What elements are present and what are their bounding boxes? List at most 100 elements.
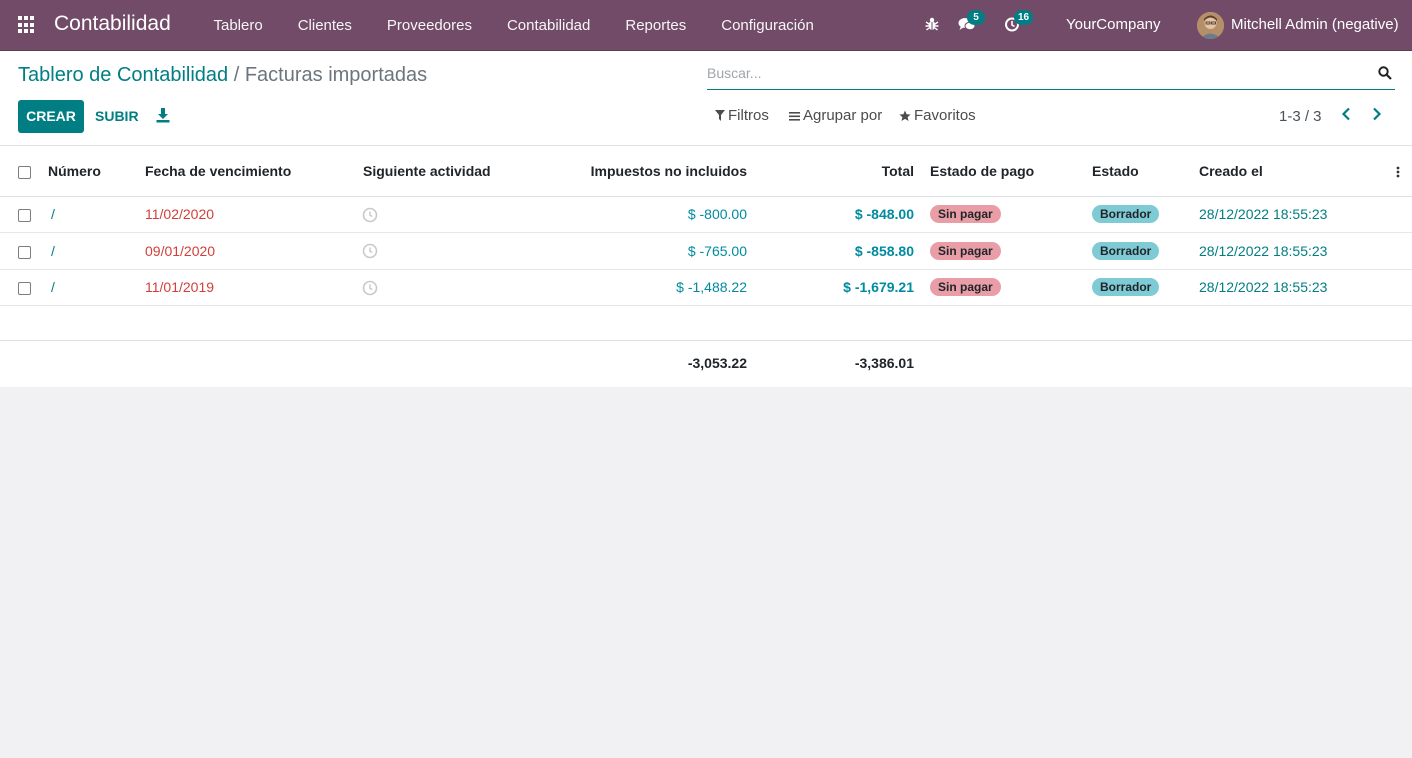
cell-state: Borrador — [1086, 196, 1193, 233]
cell-total: $ -1,679.21 — [843, 279, 914, 296]
messages-count-badge: 5 — [967, 10, 985, 25]
favorites-dropdown[interactable]: Favoritos — [899, 107, 976, 124]
cell-state: Borrador — [1086, 233, 1193, 270]
empty-row — [0, 306, 1412, 341]
cell-payment-state: Sin pagar — [924, 269, 1086, 306]
column-header-payment-state[interactable]: Estado de pago — [924, 146, 1086, 196]
top-navbar: Contabilidad Tablero Clientes Proveedore… — [0, 0, 1412, 51]
group-by-dropdown[interactable]: Agrupar por — [789, 107, 882, 124]
cell-created: 28/12/2022 18:55:23 — [1199, 206, 1328, 223]
payment-state-badge: Sin pagar — [930, 278, 1001, 297]
breadcrumb-current: Facturas importadas — [244, 64, 428, 86]
table-row[interactable]: / 09/01/2020 $ -765.00 $ -858.80 Sin pag… — [0, 233, 1412, 270]
group-by-label: Agrupar por — [803, 107, 883, 124]
company-switcher[interactable]: YourCompany — [1066, 16, 1161, 33]
column-header-state[interactable]: Estado — [1086, 146, 1193, 196]
activity-clock-icon[interactable] — [362, 243, 378, 259]
column-header-number[interactable]: Número — [42, 146, 139, 196]
activities-clock-icon[interactable]: 16 — [1004, 10, 1034, 34]
search-bar — [707, 61, 1395, 90]
table-row[interactable]: / 11/02/2020 $ -800.00 $ -848.00 Sin pag… — [0, 196, 1412, 233]
cell-untaxed: $ -765.00 — [687, 242, 747, 259]
column-header-next-activity[interactable]: Siguiente actividad — [357, 146, 541, 196]
cell-due-date: 09/01/2020 — [145, 242, 216, 259]
user-avatar[interactable] — [1197, 12, 1224, 39]
optional-columns-kebab-icon[interactable] — [1396, 165, 1400, 178]
select-all-checkbox[interactable] — [18, 165, 31, 179]
state-badge: Borrador — [1092, 278, 1160, 297]
cell-created: 28/12/2022 18:55:23 — [1199, 279, 1328, 296]
total-untaxed: -3,053.22 — [687, 354, 747, 371]
cell-payment-state: Sin pagar — [924, 233, 1086, 270]
cell-total: $ -858.80 — [854, 242, 914, 259]
breadcrumb-parent[interactable]: Tablero de Contabilidad — [18, 64, 228, 86]
cell-total: $ -848.00 — [854, 206, 914, 223]
filters-dropdown[interactable]: Filtros — [715, 107, 769, 124]
download-icon[interactable] — [156, 107, 172, 125]
menu-item-configuracion[interactable]: Configuración — [704, 17, 832, 34]
column-header-due-date[interactable]: Fecha de vencimiento — [139, 146, 357, 196]
search-input[interactable] — [707, 65, 1367, 81]
cell-untaxed: $ -800.00 — [687, 206, 747, 223]
user-menu[interactable]: Mitchell Admin (negative) — [1231, 16, 1399, 33]
menu-item-proveedores[interactable]: Proveedores — [369, 17, 489, 34]
list-bars-icon — [789, 111, 800, 121]
payment-state-badge: Sin pagar — [930, 205, 1001, 224]
cell-number[interactable]: / — [42, 269, 139, 306]
cell-due-date: 11/01/2019 — [145, 279, 215, 296]
main-menu: Tablero Clientes Proveedores Contabilida… — [196, 0, 831, 50]
pager-previous-icon[interactable] — [1341, 107, 1355, 125]
menu-item-clientes[interactable]: Clientes — [280, 17, 369, 34]
app-brand[interactable]: Contabilidad — [54, 12, 171, 36]
pager-value[interactable]: 1-3 / 3 — [1279, 108, 1322, 125]
cell-number[interactable]: / — [42, 196, 139, 233]
cell-next-activity — [357, 233, 541, 270]
activity-clock-icon[interactable] — [362, 207, 378, 223]
control-panel: Tablero de Contabilidad / Facturas impor… — [0, 51, 1412, 146]
column-header-total[interactable]: Total — [769, 146, 924, 196]
breadcrumb-separator: / — [228, 64, 245, 86]
state-badge: Borrador — [1092, 205, 1160, 224]
cell-created: 28/12/2022 18:55:23 — [1199, 242, 1328, 259]
favorites-label: Favoritos — [914, 107, 976, 124]
invoice-list: Número Fecha de vencimiento Siguiente ac… — [0, 146, 1412, 387]
cell-state: Borrador — [1086, 269, 1193, 306]
upload-button[interactable]: SUBIR — [95, 100, 139, 133]
debug-bug-icon[interactable] — [924, 16, 942, 34]
payment-state-badge: Sin pagar — [930, 241, 1001, 260]
menu-item-tablero[interactable]: Tablero — [196, 17, 280, 34]
filter-icon — [715, 110, 725, 121]
filters-label: Filtros — [728, 107, 769, 124]
cell-next-activity — [357, 269, 541, 306]
star-icon — [899, 110, 911, 121]
column-header-untaxed[interactable]: Impuestos no incluidos — [541, 146, 769, 196]
row-select-cell — [0, 233, 42, 270]
state-badge: Borrador — [1092, 241, 1160, 260]
menu-item-contabilidad[interactable]: Contabilidad — [489, 17, 607, 34]
activity-clock-icon[interactable] — [362, 280, 378, 296]
cell-next-activity — [357, 196, 541, 233]
activities-count-badge: 16 — [1014, 10, 1034, 25]
invoice-table: Número Fecha de vencimiento Siguiente ac… — [0, 146, 1412, 385]
row-checkbox[interactable] — [18, 245, 31, 259]
search-icon[interactable] — [1378, 66, 1393, 81]
table-header-row: Número Fecha de vencimiento Siguiente ac… — [0, 146, 1412, 196]
row-select-cell — [0, 269, 42, 306]
menu-item-reportes[interactable]: Reportes — [608, 17, 704, 34]
row-checkbox[interactable] — [18, 282, 31, 296]
cell-due-date: 11/02/2020 — [145, 206, 215, 223]
row-select-cell — [0, 196, 42, 233]
total-amount: -3,386.01 — [854, 354, 914, 371]
create-button[interactable]: CREAR — [18, 100, 84, 133]
column-header-created[interactable]: Creado el — [1193, 146, 1412, 196]
messages-icon[interactable]: 5 — [958, 10, 985, 34]
cell-untaxed: $ -1,488.22 — [676, 279, 747, 296]
pager-next-icon[interactable] — [1372, 107, 1386, 125]
row-checkbox[interactable] — [18, 209, 31, 223]
table-row[interactable]: / 11/01/2019 $ -1,488.22 $ -1,679.21 Sin… — [0, 269, 1412, 306]
select-all-cell — [0, 146, 42, 196]
totals-row: -3,053.22 -3,386.01 — [0, 341, 1412, 385]
apps-menu-icon[interactable] — [18, 16, 36, 34]
cell-number[interactable]: / — [42, 233, 139, 270]
breadcrumb: Tablero de Contabilidad / Facturas impor… — [18, 64, 427, 87]
